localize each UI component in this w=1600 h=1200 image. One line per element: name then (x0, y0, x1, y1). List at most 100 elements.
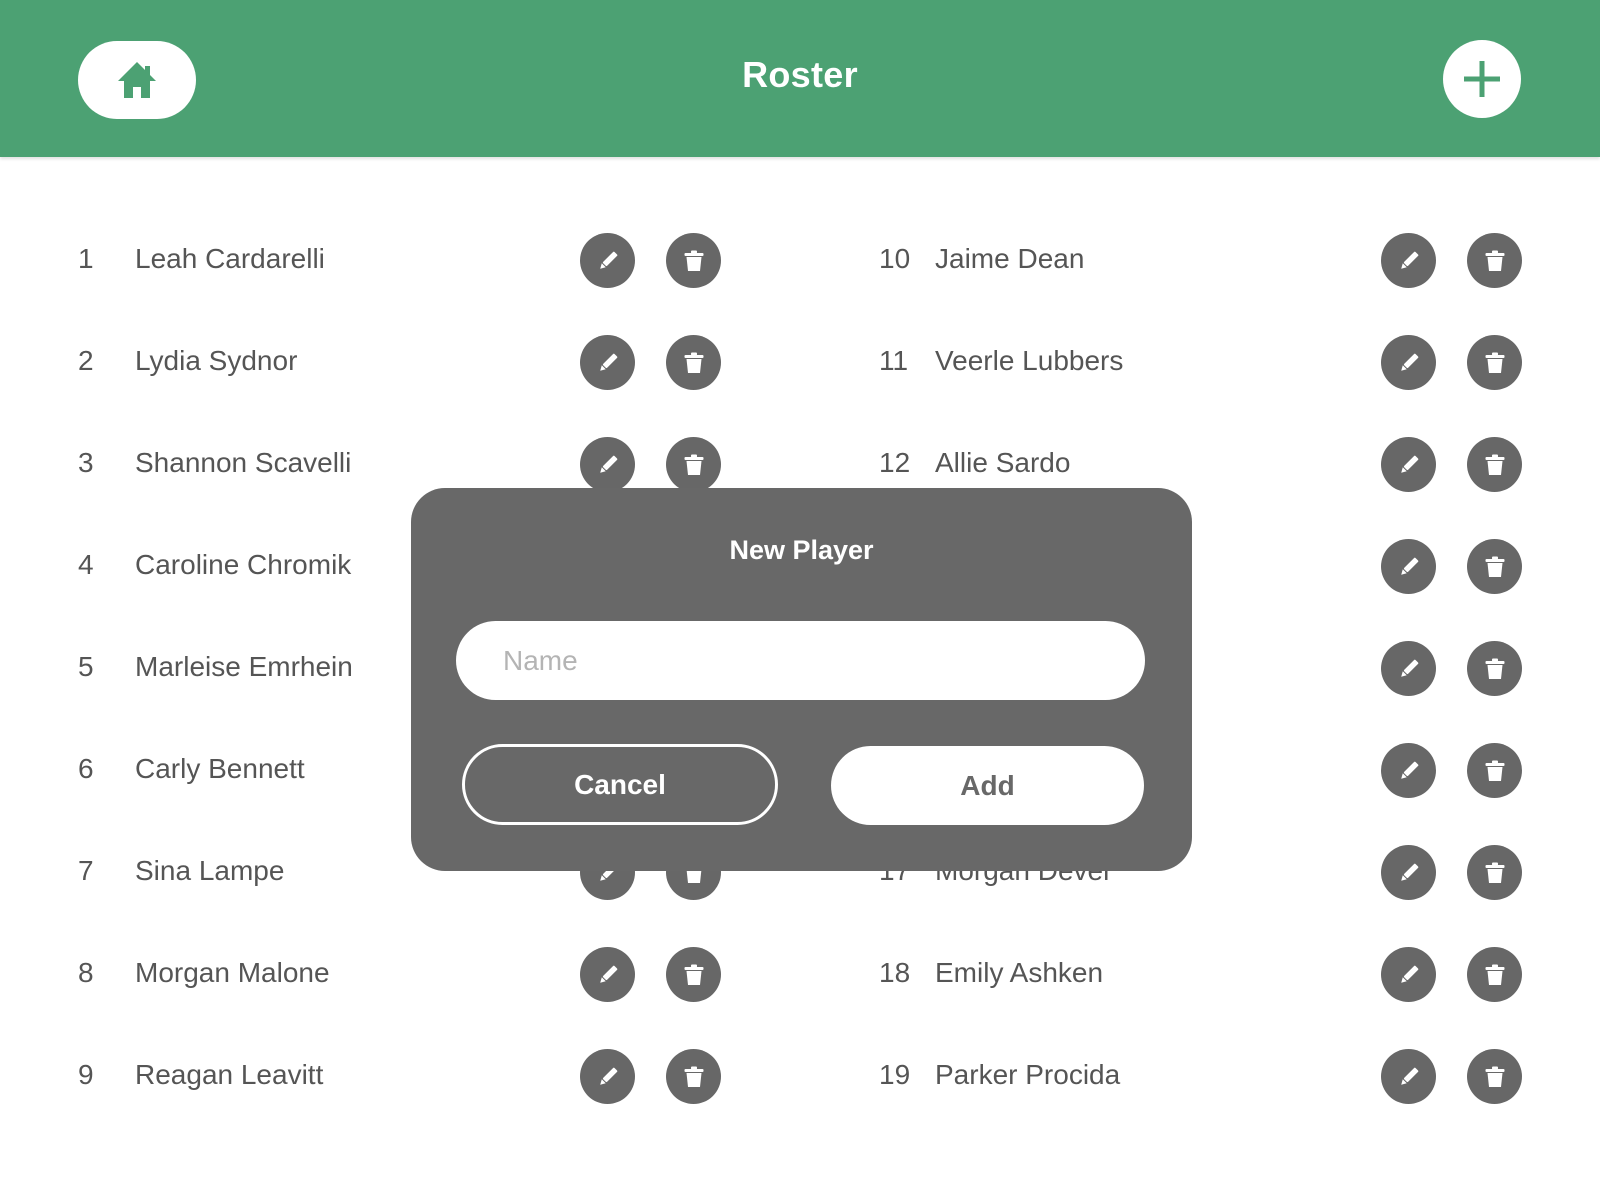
trash-icon (1482, 758, 1508, 784)
pencil-icon (595, 452, 621, 478)
edit-player-button[interactable] (580, 947, 635, 1002)
delete-player-button[interactable] (1467, 743, 1522, 798)
page-title: Roster (742, 54, 858, 95)
header-bar: Roster (0, 0, 1600, 157)
pencil-icon (1396, 758, 1422, 784)
roster-row: 8 Morgan Malone (78, 924, 818, 1026)
delete-player-button[interactable] (1467, 233, 1522, 288)
player-name: Jaime Dean (935, 243, 1085, 274)
player-number: 9 (78, 1059, 94, 1090)
player-name: Caroline Chromik (135, 549, 352, 580)
pencil-icon (1396, 860, 1422, 886)
edit-player-button[interactable] (580, 233, 635, 288)
player-name: Carly Bennett (135, 753, 305, 784)
delete-player-button[interactable] (666, 947, 721, 1002)
player-number: 2 (78, 345, 94, 376)
pencil-icon (595, 1064, 621, 1090)
delete-player-button[interactable] (1467, 947, 1522, 1002)
player-name: Veerle Lubbers (935, 345, 1124, 376)
roster-row: 11 Veerle Lubbers (879, 312, 1600, 414)
trash-icon (681, 962, 707, 988)
trash-icon (681, 248, 707, 274)
player-number: 7 (78, 855, 94, 886)
player-name: Allie Sardo (935, 447, 1071, 478)
player-number: 18 (879, 957, 911, 988)
delete-player-button[interactable] (666, 437, 721, 492)
player-name: Sina Lampe (135, 855, 285, 886)
player-name: Marleise Emrhein (135, 651, 353, 682)
pencil-icon (1396, 248, 1422, 274)
edit-player-button[interactable] (1381, 743, 1436, 798)
player-number: 12 (879, 447, 911, 478)
player-name: Parker Procida (935, 1059, 1121, 1090)
pencil-icon (595, 350, 621, 376)
trash-icon (681, 452, 707, 478)
dialog-title: New Player (729, 535, 874, 565)
delete-player-button[interactable] (1467, 539, 1522, 594)
edit-player-button[interactable] (1381, 437, 1436, 492)
delete-player-button[interactable] (1467, 335, 1522, 390)
player-number: 4 (78, 549, 94, 580)
player-name: Reagan Leavitt (135, 1059, 324, 1090)
edit-player-button[interactable] (1381, 539, 1436, 594)
delete-player-button[interactable] (666, 1049, 721, 1104)
delete-player-button[interactable] (666, 233, 721, 288)
roster-row: 10 Jaime Dean (879, 210, 1600, 312)
player-number: 1 (78, 243, 94, 274)
edit-player-button[interactable] (1381, 335, 1436, 390)
roster-row: 1 Leah Cardarelli (78, 210, 818, 312)
edit-player-button[interactable] (580, 1049, 635, 1104)
pencil-icon (1396, 350, 1422, 376)
trash-icon (1482, 554, 1508, 580)
pencil-icon (595, 248, 621, 274)
trash-icon (1482, 962, 1508, 988)
trash-icon (1482, 452, 1508, 478)
player-name: Lydia Sydnor (135, 345, 298, 376)
trash-icon (1482, 860, 1508, 886)
add-button[interactable]: Add (831, 746, 1144, 825)
edit-player-button[interactable] (580, 335, 635, 390)
trash-icon (1482, 1064, 1508, 1090)
player-number: 6 (78, 753, 94, 784)
player-name: Shannon Scavelli (135, 447, 352, 478)
new-player-dialog: New Player Cancel Add (411, 488, 1192, 871)
trash-icon (1482, 248, 1508, 274)
delete-player-button[interactable] (1467, 845, 1522, 900)
pencil-icon (1396, 656, 1422, 682)
roster-row: 9 Reagan Leavitt (78, 1026, 818, 1128)
edit-player-button[interactable] (1381, 947, 1436, 1002)
trash-icon (681, 350, 707, 376)
pencil-icon (595, 962, 621, 988)
roster-row: 18 Emily Ashken (879, 924, 1600, 1026)
player-name-input[interactable] (456, 621, 1145, 700)
edit-player-button[interactable] (1381, 233, 1436, 288)
delete-player-button[interactable] (1467, 437, 1522, 492)
player-name: Leah Cardarelli (135, 243, 325, 274)
edit-player-button[interactable] (1381, 1049, 1436, 1104)
trash-icon (1482, 350, 1508, 376)
pencil-icon (1396, 452, 1422, 478)
trash-icon (681, 1064, 707, 1090)
player-number: 8 (78, 957, 94, 988)
player-number: 5 (78, 651, 94, 682)
add-player-button[interactable] (1443, 40, 1521, 118)
trash-icon (1482, 656, 1508, 682)
player-number: 11 (879, 345, 909, 376)
roster-row: 2 Lydia Sydnor (78, 312, 818, 414)
player-name: Emily Ashken (935, 957, 1104, 988)
player-name: Morgan Malone (135, 957, 330, 988)
player-number: 3 (78, 447, 94, 478)
player-number: 19 (879, 1059, 911, 1090)
roster-row: 19 Parker Procida (879, 1026, 1600, 1128)
plus-icon (1464, 61, 1500, 97)
edit-player-button[interactable] (1381, 641, 1436, 696)
player-number: 10 (879, 243, 911, 274)
pencil-icon (1396, 962, 1422, 988)
edit-player-button[interactable] (580, 437, 635, 492)
delete-player-button[interactable] (666, 335, 721, 390)
pencil-icon (1396, 1064, 1422, 1090)
cancel-button[interactable]: Cancel (462, 744, 778, 825)
delete-player-button[interactable] (1467, 641, 1522, 696)
edit-player-button[interactable] (1381, 845, 1436, 900)
delete-player-button[interactable] (1467, 1049, 1522, 1104)
